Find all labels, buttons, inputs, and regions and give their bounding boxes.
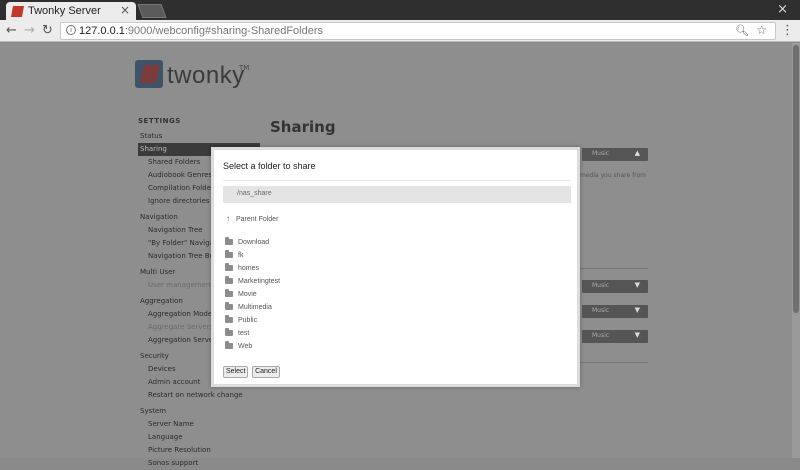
new-tab-button[interactable] — [137, 4, 167, 18]
media-type-select[interactable]: Music ▲ — [582, 148, 648, 161]
browser-tab[interactable]: Twonky Server × — [6, 2, 136, 20]
url-path: :9000/webconfig#sharing-SharedFolders — [124, 25, 323, 37]
dialog-divider — [223, 180, 571, 181]
folder-icon — [225, 302, 233, 310]
arrow-up-icon: ↑ — [226, 214, 230, 223]
folder-icon — [225, 315, 233, 323]
browser-toolbar: ← → ↻ i 127.0.0.1:9000/webconfig#sharing… — [0, 20, 800, 42]
folder-item[interactable]: Web — [225, 340, 565, 353]
cancel-button[interactable]: Cancel — [252, 366, 280, 378]
folder-icon — [225, 263, 233, 271]
chevron-down-icon: ▼ — [634, 306, 640, 314]
folder-name: Public — [238, 317, 258, 324]
media-type-select[interactable]: Music ▼ — [582, 280, 648, 293]
media-type-label: Music — [592, 332, 610, 339]
browser-titlebar: Twonky Server × × — [0, 0, 800, 20]
select-folder-dialog: Select a folder to share /nas_share ↑ Par… — [211, 147, 580, 387]
select-button[interactable]: Select — [223, 366, 248, 378]
media-type-label: Music — [592, 150, 610, 157]
folder-icon — [225, 341, 233, 349]
folder-item[interactable]: Public — [225, 314, 565, 327]
media-type-label: Music — [592, 282, 610, 289]
url-host: 127.0.0.1 — [79, 25, 125, 37]
folder-icon — [225, 328, 233, 336]
folder-icon — [225, 289, 233, 297]
folder-name: Marketingtest — [238, 278, 281, 285]
media-type-select[interactable]: Music ▼ — [582, 305, 648, 318]
folder-item[interactable]: Movie — [225, 288, 565, 301]
sidebar-item-picture-resolution[interactable]: Picture Resolution — [138, 444, 260, 457]
tab-close-icon[interactable]: × — [120, 3, 130, 17]
logo-text: twonky — [167, 62, 245, 89]
sidebar-item-restart-on-network-change[interactable]: Restart on network change — [138, 389, 260, 402]
back-arrow-icon[interactable]: ← — [6, 23, 17, 38]
sidebar-heading: SETTINGS — [138, 117, 181, 125]
folder-name: Multimedia — [238, 304, 272, 311]
window-close-icon[interactable]: × — [777, 2, 788, 17]
folder-item[interactable]: fk — [225, 249, 565, 262]
sidebar-item-sonos-support[interactable]: Sonos support — [138, 457, 260, 470]
browser-menu-icon[interactable]: ⋮ — [781, 23, 794, 38]
info-icon[interactable]: i — [66, 25, 76, 35]
dialog-title: Select a folder to share — [223, 161, 316, 171]
twonky-favicon-icon — [11, 6, 24, 17]
bookmark-star-icon[interactable]: ☆ — [756, 23, 767, 37]
divider — [580, 362, 648, 363]
folder-item[interactable]: homes — [225, 262, 565, 275]
logo-trademark: TM — [239, 64, 250, 72]
twonky-logo-mark-icon — [135, 60, 163, 88]
folder-icon — [225, 276, 233, 284]
search-zoom-icon[interactable]: 🔍︎ — [735, 24, 749, 37]
parent-folder-label: Parent Folder — [236, 216, 279, 223]
page-scroll-thumb[interactable] — [793, 45, 799, 313]
chevron-down-icon: ▼ — [634, 331, 640, 339]
folder-list: Download fk homes Marketingtest Movie Mu… — [225, 236, 565, 353]
parent-folder-link[interactable]: ↑ Parent Folder — [226, 214, 278, 223]
page-title: Sharing — [270, 118, 336, 136]
sharing-description-text: media you share from — [580, 172, 647, 179]
folder-name: Download — [238, 239, 270, 246]
folder-icon — [225, 250, 233, 258]
reload-icon[interactable]: ↻ — [42, 23, 53, 38]
folder-name: test — [238, 330, 250, 337]
tab-title: Twonky Server — [28, 5, 101, 17]
folder-name: homes — [238, 265, 260, 272]
folder-icon — [225, 237, 233, 245]
divider — [580, 268, 648, 269]
forward-arrow-icon[interactable]: → — [24, 23, 35, 38]
media-type-label: Music — [592, 307, 610, 314]
sidebar-item-language[interactable]: Language — [138, 431, 260, 444]
folder-name: Web — [238, 343, 253, 350]
folder-item[interactable]: Marketingtest — [225, 275, 565, 288]
sidebar-item-status[interactable]: Status — [138, 130, 260, 143]
folder-item[interactable]: Download — [225, 236, 565, 249]
folder-name: fk — [238, 252, 244, 259]
folder-name: Movie — [238, 291, 257, 298]
current-path-field: /nas_share — [223, 186, 571, 203]
chevron-down-icon: ▼ — [634, 281, 640, 289]
sidebar-item-system[interactable]: System — [138, 405, 260, 418]
media-type-select[interactable]: Music ▼ — [582, 330, 648, 343]
address-bar[interactable]: i 127.0.0.1:9000/webconfig#sharing-Share… — [60, 22, 776, 40]
folder-item[interactable]: test — [225, 327, 565, 340]
chevron-up-icon: ▲ — [634, 149, 640, 157]
sidebar-item-server-name[interactable]: Server Name — [138, 418, 260, 431]
folder-item[interactable]: Multimedia — [225, 301, 565, 314]
